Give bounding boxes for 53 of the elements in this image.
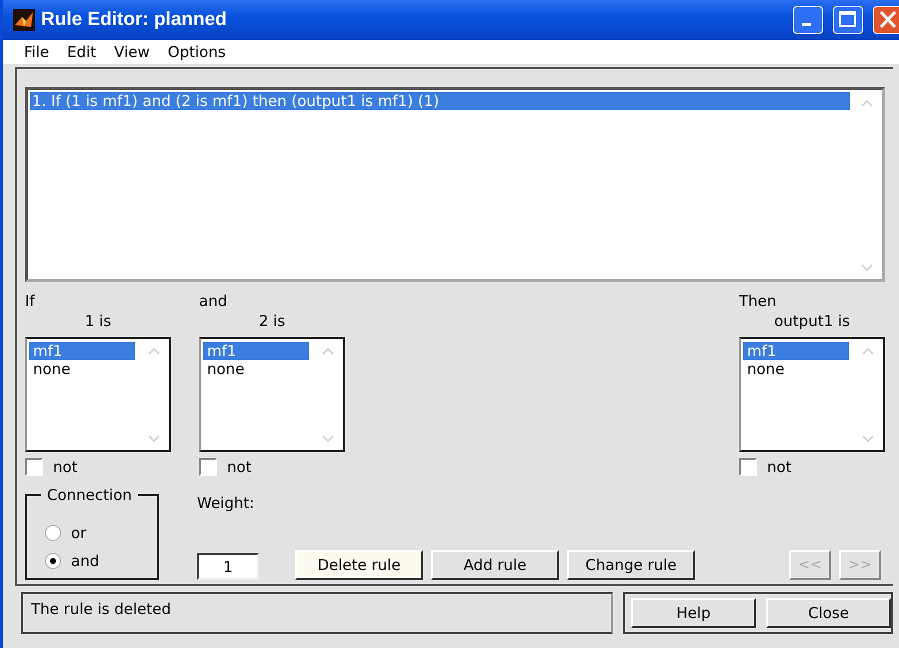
app-icon xyxy=(13,9,35,31)
not-checkbox[interactable] xyxy=(739,458,757,476)
radio-label: and xyxy=(71,552,100,570)
scroll-down-icon xyxy=(862,435,874,442)
menu-item[interactable]: View xyxy=(105,43,159,61)
footer-button[interactable]: Help xyxy=(631,598,756,628)
checkbox-label: not xyxy=(767,458,792,476)
rule-list[interactable]: 1. If (1 is mf1) and (2 is mf1) then (output1 is mf1) (1) xyxy=(25,87,885,282)
radio-button[interactable] xyxy=(45,553,61,569)
scroll-up-icon xyxy=(862,348,874,355)
scroll-up-icon xyxy=(322,348,334,355)
variable-label: 1 is xyxy=(84,312,112,332)
status-message: The rule is deleted xyxy=(21,592,613,634)
close-button[interactable] xyxy=(873,6,899,34)
checkbox-label: not xyxy=(53,458,78,476)
list-option[interactable]: none xyxy=(29,360,135,378)
membership-list[interactable]: mf1 none xyxy=(199,337,345,452)
rule-item[interactable]: 1. If (1 is mf1) and (2 is mf1) then (output1 is mf1) (1) xyxy=(30,92,850,110)
variable-label: output1 is xyxy=(774,312,850,332)
variable-label: 2 is xyxy=(258,312,286,332)
maximize-button[interactable] xyxy=(833,6,863,34)
scroll-down-icon xyxy=(322,435,334,442)
scroll-up-icon xyxy=(148,348,160,355)
minimize-icon xyxy=(802,23,811,26)
window-title: Rule Editor: planned xyxy=(41,9,228,31)
list-option[interactable]: none xyxy=(743,360,849,378)
membership-list[interactable]: mf1 none xyxy=(739,337,885,452)
variable-heading: Then xyxy=(739,292,778,312)
variable-heading: and xyxy=(199,292,228,312)
action-button[interactable]: Change rule xyxy=(567,550,695,580)
menu-item[interactable]: Options xyxy=(158,43,235,61)
not-checkbox[interactable] xyxy=(25,458,43,476)
list-option[interactable]: none xyxy=(203,360,309,378)
variable-heading: If xyxy=(25,292,36,312)
membership-list[interactable]: mf1 none xyxy=(25,337,171,452)
action-button[interactable]: Delete rule xyxy=(295,550,423,580)
weight-label: Weight: xyxy=(197,494,256,512)
footer-button[interactable]: Close xyxy=(766,598,891,628)
weight-field[interactable]: 1 xyxy=(197,553,259,580)
minimize-button[interactable] xyxy=(793,6,823,34)
radio-label: or xyxy=(71,524,86,542)
list-option[interactable]: mf1 xyxy=(29,342,135,360)
not-checkbox[interactable] xyxy=(199,458,217,476)
menu-item[interactable]: Edit xyxy=(58,43,106,61)
list-option[interactable]: mf1 xyxy=(203,342,309,360)
action-button[interactable]: Add rule xyxy=(431,550,559,580)
scroll-down-icon xyxy=(148,435,160,442)
scroll-down-icon xyxy=(861,264,873,271)
radio-button[interactable] xyxy=(45,525,61,541)
list-option[interactable]: mf1 xyxy=(743,342,849,360)
checkbox-label: not xyxy=(227,458,252,476)
menu-item[interactable]: File xyxy=(15,43,58,61)
scroll-up-icon xyxy=(861,100,873,107)
